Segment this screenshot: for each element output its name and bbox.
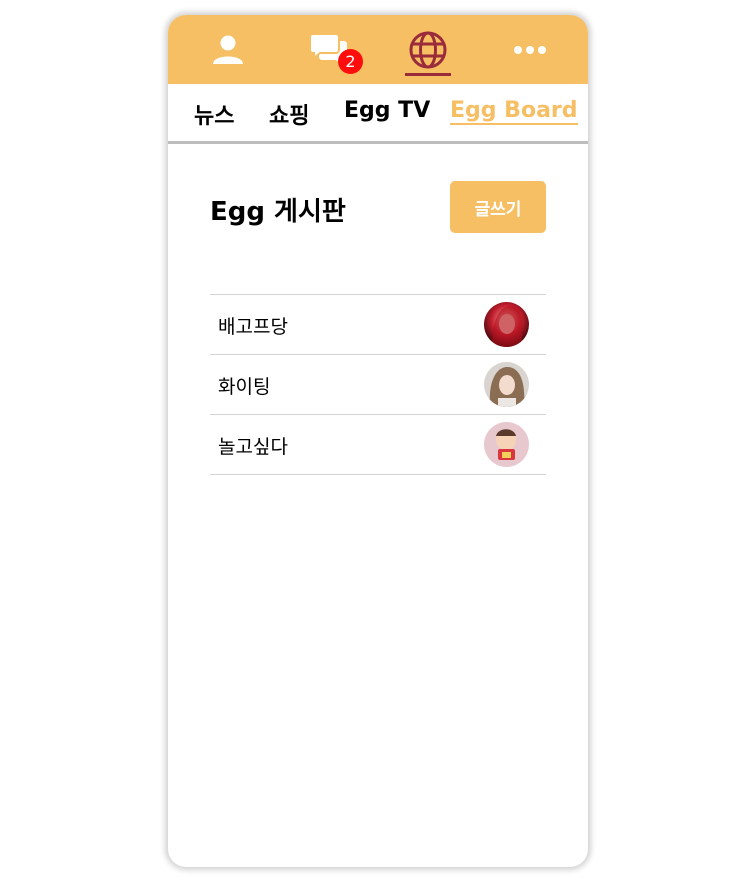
more-dots-icon <box>514 45 546 54</box>
profile-tab[interactable] <box>206 15 250 84</box>
tab-shopping[interactable]: 쇼핑 <box>269 98 309 130</box>
post-title: 화이팅 <box>218 376 271 398</box>
globe-icon <box>409 31 447 68</box>
post-list: 배고프당 화이팅 놀고싶다 <box>210 294 546 475</box>
top-navigation-bar: 2 <box>168 15 588 84</box>
tab-news[interactable]: 뉴스 <box>194 98 234 130</box>
post-title: 배고프당 <box>218 316 288 338</box>
more-tab[interactable] <box>508 15 552 84</box>
page-title: Egg 게시판 <box>210 197 346 227</box>
post-title: 놀고싶다 <box>218 436 288 458</box>
write-post-button[interactable]: 글쓰기 <box>450 181 546 233</box>
list-item[interactable]: 놀고싶다 <box>210 415 546 475</box>
unread-badge: 2 <box>338 49 363 74</box>
category-nav: 뉴스 쇼핑 Egg TV Egg Board <box>168 84 588 144</box>
tab-egg-board[interactable]: Egg Board <box>450 98 578 125</box>
avatar <box>484 302 529 347</box>
active-tab-indicator <box>405 73 451 76</box>
tab-egg-tv[interactable]: Egg TV <box>344 98 430 123</box>
avatar <box>484 422 529 467</box>
person-icon <box>213 35 243 64</box>
list-item[interactable]: 배고프당 <box>210 295 546 355</box>
list-item[interactable]: 화이팅 <box>210 355 546 415</box>
phone-frame: 2 뉴스 쇼핑 Egg TV Egg Board Egg 게시판 글쓰기 배고프… <box>168 15 588 867</box>
avatar <box>484 362 529 407</box>
